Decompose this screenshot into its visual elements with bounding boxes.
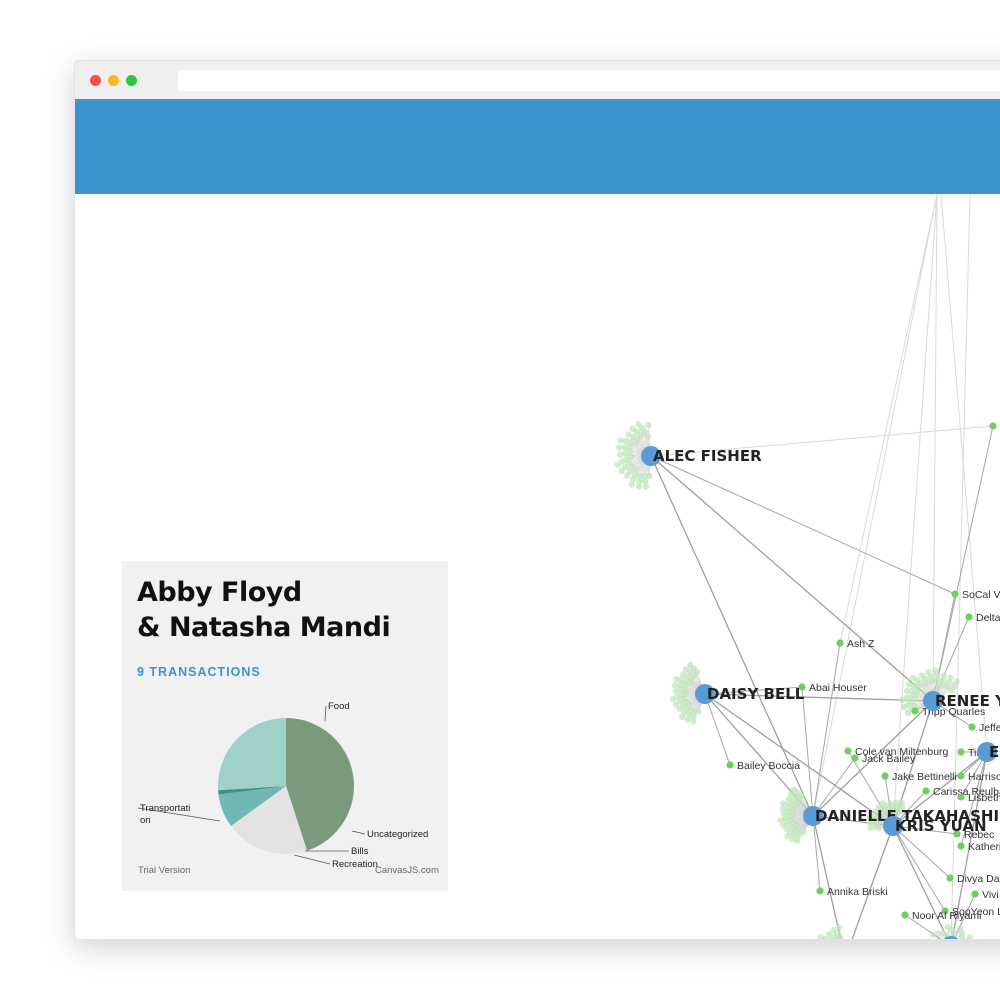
graph-edge <box>812 642 841 817</box>
leaf-node <box>693 668 701 676</box>
person-node <box>881 772 889 780</box>
category-pie-chart[interactable]: Food Uncategorized Bills Recreation Transpor… <box>122 681 448 891</box>
person-node <box>836 639 844 647</box>
person-label: Lisbeth R <box>968 792 1000 804</box>
person-node <box>957 842 965 850</box>
graph-edge <box>839 194 938 644</box>
app-header <box>75 99 1000 194</box>
person-node <box>951 590 959 598</box>
person-label: Jeffe <box>979 722 1000 734</box>
hub-label: ES <box>989 743 1000 761</box>
pie-label-uncategorized: Uncategorized <box>367 829 428 840</box>
leaf-node <box>645 421 652 429</box>
person-node <box>851 754 859 762</box>
person-node <box>989 422 997 430</box>
chart-credit-link[interactable]: CanvasJS.com <box>375 865 439 876</box>
leaf-node <box>644 433 652 440</box>
trial-version-label: Trial Version <box>138 865 191 876</box>
graph-edge <box>812 194 938 817</box>
pie-leader-line <box>293 854 331 865</box>
card-title-line1: Abby Floyd <box>137 577 302 608</box>
person-label: Abai Houser <box>809 682 867 694</box>
person-node <box>957 748 965 756</box>
graph-edge <box>932 194 938 702</box>
graph-edge <box>650 455 934 702</box>
graph-edge <box>650 455 956 595</box>
person-node <box>957 793 965 801</box>
graph-edge <box>812 815 821 892</box>
person-label: Annika Briski <box>827 886 888 898</box>
person-label: Jack Bailey <box>862 753 916 765</box>
person-label: Bailey Boccia <box>737 760 800 772</box>
pie-leader-line <box>351 830 366 835</box>
hub-label: KRIS YUAN <box>895 817 987 835</box>
person-node <box>901 911 909 919</box>
transaction-summary-card: Abby Floyd & Natasha Mandi 9 TRANSACTION… <box>122 561 448 891</box>
person-label: Divya Das <box>957 873 1000 885</box>
person-node <box>922 787 930 795</box>
hub-label: RENEE Y <box>935 692 1000 710</box>
person-label: Noor Al Riyami <box>912 910 981 922</box>
leaf-clusters <box>614 420 974 939</box>
person-node <box>946 874 954 882</box>
pie-slice-transportation <box>218 718 286 791</box>
pie-label-food: Food <box>328 701 350 712</box>
graph-edge <box>704 693 731 766</box>
transactions-count: 9 TRANSACTIONS <box>137 665 261 679</box>
maximize-window-button[interactable] <box>126 75 137 86</box>
person-node <box>965 613 973 621</box>
graph-edge <box>940 194 988 753</box>
pie-label-transportation: Transportati <box>140 803 190 814</box>
leaf-node <box>628 481 635 488</box>
leaf-node <box>836 923 843 931</box>
person-node <box>726 761 734 769</box>
graph-edge <box>892 194 938 827</box>
person-node <box>968 723 976 731</box>
person-node <box>816 887 824 895</box>
graph-edge <box>812 815 842 939</box>
person-label: Katherine <box>968 841 1000 853</box>
leaf-node <box>798 792 805 800</box>
pie-leader-line <box>324 705 327 722</box>
pie-label-recreation: Recreation <box>332 859 378 870</box>
graph-edge <box>892 825 946 912</box>
pie-label-bills: Bills <box>351 846 369 857</box>
graph-edge <box>851 825 894 939</box>
address-bar[interactable] <box>178 70 1000 91</box>
hub-label: DAISY BELL <box>707 685 805 703</box>
person-label: Delta <box>976 612 1000 624</box>
person-label: SoCal Vo <box>962 589 1000 601</box>
hub-label: ALEC FISHER <box>653 447 762 465</box>
minimize-window-button[interactable] <box>108 75 119 86</box>
browser-window: SoCal VoDeltaAsh ZAbai HouserTripp Quarl… <box>74 60 1000 940</box>
person-node <box>971 890 979 898</box>
close-window-button[interactable] <box>90 75 101 86</box>
card-title-line2: & Natasha Mandi <box>137 612 391 643</box>
card-title: Abby Floyd & Natasha Mandi <box>137 575 391 645</box>
person-node <box>844 747 852 755</box>
person-label: Harrison <box>968 771 1000 783</box>
person-label: Vivi <box>982 889 999 901</box>
person-node <box>957 772 965 780</box>
person-label: Jake Bettinelli <box>892 771 957 783</box>
pie-label-transportation-wrap: on <box>140 815 151 826</box>
person-node <box>911 707 919 715</box>
person-label: Ash Z <box>847 638 875 650</box>
browser-titlebar <box>75 61 1000 99</box>
hub-label: NATAS <box>953 937 1000 939</box>
graph-edge <box>892 825 949 939</box>
